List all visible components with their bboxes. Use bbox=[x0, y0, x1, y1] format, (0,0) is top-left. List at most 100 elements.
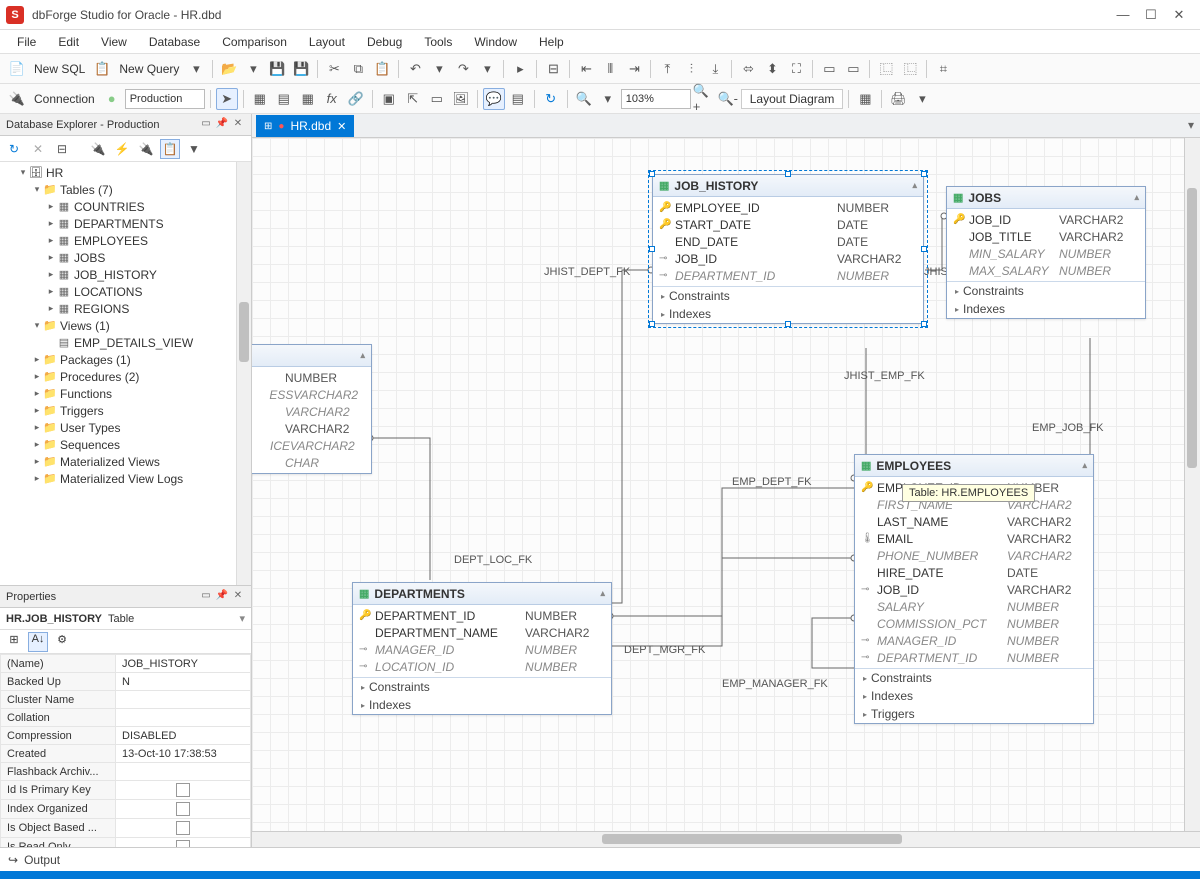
entity-section[interactable]: Indexes bbox=[871, 689, 913, 703]
column-name[interactable]: EMPLOYEE_ID bbox=[675, 201, 837, 215]
tree-table[interactable]: JOB_HISTORY bbox=[72, 268, 157, 282]
entity-section[interactable]: Constraints bbox=[669, 289, 730, 303]
entity-job-history[interactable]: ▦JOB_HISTORY▴🔑EMPLOYEE_IDNUMBER🔑START_DA… bbox=[652, 174, 924, 324]
tree-folder[interactable]: Sequences bbox=[58, 438, 120, 452]
align-bottom-icon[interactable]: ⤓ bbox=[704, 58, 726, 80]
open-icon[interactable]: 📂 bbox=[218, 58, 240, 80]
entity-section[interactable]: Constraints bbox=[963, 284, 1024, 298]
fk-label[interactable]: JHIST_DEPT_FK bbox=[542, 266, 632, 278]
tree-folder[interactable]: Procedures (2) bbox=[58, 370, 139, 384]
menu-comparison[interactable]: Comparison bbox=[213, 32, 296, 52]
align-vcenter-icon[interactable]: ⫴ bbox=[599, 58, 621, 80]
canvas-vscroll[interactable] bbox=[1184, 138, 1200, 831]
tree-table[interactable]: EMPLOYEES bbox=[72, 234, 148, 248]
menu-tools[interactable]: Tools bbox=[415, 32, 461, 52]
prop-value[interactable]: N bbox=[116, 673, 251, 691]
tree-folder[interactable]: User Types bbox=[58, 421, 120, 435]
entity-partial[interactable]: ▴NUMBERESSVARCHAR2VARCHAR2VARCHAR2ICEVAR… bbox=[252, 344, 372, 474]
prop-value[interactable] bbox=[116, 763, 251, 781]
tabs-overflow-icon[interactable]: ▾ bbox=[1188, 118, 1194, 132]
column-name[interactable]: ICE bbox=[270, 439, 290, 453]
redo-icon[interactable]: ↷ bbox=[452, 58, 474, 80]
comment-tool-icon[interactable]: 💬 bbox=[483, 88, 505, 110]
zoom-dropdown[interactable]: 103% bbox=[621, 89, 691, 109]
copy-icon[interactable]: ⧉ bbox=[347, 58, 369, 80]
layout-diagram-button[interactable]: Layout Diagram bbox=[741, 89, 844, 109]
expand-icon[interactable]: ▸ bbox=[955, 287, 959, 296]
tab-close-icon[interactable]: ✕ bbox=[337, 120, 346, 133]
print-tool-icon[interactable]: 🖨 bbox=[887, 88, 909, 110]
ungroup-icon[interactable]: ⿺ bbox=[899, 58, 921, 80]
entity-section[interactable]: Indexes bbox=[963, 302, 1005, 316]
menu-view[interactable]: View bbox=[92, 32, 136, 52]
collapse-icon[interactable]: ⊟ bbox=[52, 139, 72, 159]
minimize-button[interactable]: — bbox=[1116, 7, 1130, 23]
list-tool-icon[interactable]: ▤ bbox=[507, 88, 529, 110]
refresh-icon[interactable]: ↻ bbox=[540, 88, 562, 110]
zoom-dropdown-caret[interactable]: ▾ bbox=[597, 88, 619, 110]
column-name[interactable]: MAX_SALARY bbox=[969, 264, 1059, 278]
zoom-in-icon[interactable]: 🔍+ bbox=[693, 88, 715, 110]
column-name[interactable]: DEPARTMENT_ID bbox=[675, 269, 837, 283]
align-center-icon[interactable]: ⊟ bbox=[542, 58, 564, 80]
zoom-out-icon[interactable]: 🔍- bbox=[717, 88, 739, 110]
pane-close-icon[interactable]: ✕ bbox=[231, 590, 245, 604]
expand-icon[interactable]: ▸ bbox=[955, 305, 959, 314]
db-tree[interactable]: ▾🗄HR ▾📁Tables (7) ▸▦COUNTRIES ▸▦DEPARTME… bbox=[0, 162, 251, 585]
new-conn-icon[interactable]: 🔌 bbox=[88, 139, 108, 159]
execute-icon[interactable]: ▸ bbox=[509, 58, 531, 80]
save-icon[interactable]: 💾 bbox=[266, 58, 288, 80]
tree-folder[interactable]: Materialized Views bbox=[58, 455, 160, 469]
arrange-icon[interactable]: ⌗ bbox=[932, 58, 954, 80]
pointer-tool-icon[interactable]: ➤ bbox=[216, 88, 238, 110]
fk-label[interactable]: EMP_JOB_FK bbox=[1030, 422, 1106, 434]
container-tool-icon[interactable]: ▦ bbox=[854, 88, 876, 110]
output-bar[interactable]: ↪ Output bbox=[0, 847, 1200, 871]
entity-section[interactable]: Constraints bbox=[871, 671, 932, 685]
filter-icon[interactable]: ▼ bbox=[184, 139, 204, 159]
image-tool-icon[interactable]: 🖼 bbox=[450, 88, 472, 110]
entity-section[interactable]: Indexes bbox=[669, 307, 711, 321]
pane-window-icon[interactable]: ▭ bbox=[199, 118, 213, 132]
entity-jobs[interactable]: ▦JOBS▴🔑JOB_IDVARCHAR2JOB_TITLEVARCHAR2MI… bbox=[946, 186, 1146, 319]
save-all-icon[interactable]: 💾 bbox=[290, 58, 312, 80]
menu-database[interactable]: Database bbox=[140, 32, 209, 52]
send-back-icon[interactable]: ▭ bbox=[842, 58, 864, 80]
grid-tool-icon[interactable]: ▦ bbox=[297, 88, 319, 110]
prop-value[interactable] bbox=[116, 819, 251, 838]
fk-label[interactable]: EMP_DEPT_FK bbox=[730, 476, 813, 488]
undo-icon[interactable]: ↶ bbox=[404, 58, 426, 80]
disconnect-icon[interactable]: ⚡ bbox=[112, 139, 132, 159]
view-tool-icon[interactable]: ▤ bbox=[273, 88, 295, 110]
align-top-icon[interactable]: ⤒ bbox=[656, 58, 678, 80]
expand-icon[interactable]: ▸ bbox=[661, 310, 665, 319]
column-name[interactable]: LOCATION_ID bbox=[375, 660, 525, 674]
tree-folder[interactable]: Functions bbox=[58, 387, 112, 401]
group-icon[interactable]: ⿺ bbox=[875, 58, 897, 80]
collapse-icon[interactable]: ▴ bbox=[1134, 192, 1139, 203]
column-name[interactable]: MIN_SALARY bbox=[969, 247, 1059, 261]
same-width-icon[interactable]: ⬄ bbox=[737, 58, 759, 80]
prop-value[interactable] bbox=[116, 781, 251, 800]
properties-grid[interactable]: (Name)JOB_HISTORYBacked UpNCluster NameC… bbox=[0, 654, 251, 847]
fk-label[interactable]: DEPT_MGR_FK bbox=[622, 644, 707, 656]
align-right-icon[interactable]: ⇥ bbox=[623, 58, 645, 80]
tree-folder[interactable]: Triggers bbox=[58, 404, 104, 418]
link-tool-icon[interactable]: 🔗 bbox=[345, 88, 367, 110]
undo-dropdown-icon[interactable]: ▾ bbox=[428, 58, 450, 80]
prop-value[interactable]: 13-Oct-10 17:38:53 bbox=[116, 745, 251, 763]
crop-tool-icon[interactable]: ▣ bbox=[378, 88, 400, 110]
export-tool-icon[interactable]: ⇱ bbox=[402, 88, 424, 110]
close-button[interactable]: ✕ bbox=[1172, 7, 1186, 23]
column-name[interactable]: DEPARTMENT_ID bbox=[877, 651, 1007, 665]
column-name[interactable]: JOB_ID bbox=[969, 213, 1059, 227]
canvas-hscroll[interactable] bbox=[252, 831, 1200, 847]
prop-value[interactable]: JOB_HISTORY bbox=[116, 655, 251, 673]
new-query-icon[interactable]: 📋 bbox=[91, 58, 113, 80]
tree-table[interactable]: COUNTRIES bbox=[72, 200, 145, 214]
align-hcenter-icon[interactable]: ⫶ bbox=[680, 58, 702, 80]
properties-object-selector[interactable]: HR.JOB_HISTORY Table ▾ bbox=[0, 608, 251, 630]
prop-value[interactable]: DISABLED bbox=[116, 727, 251, 745]
expand-icon[interactable]: ▸ bbox=[361, 701, 365, 710]
open-dropdown-icon[interactable]: ▾ bbox=[242, 58, 264, 80]
